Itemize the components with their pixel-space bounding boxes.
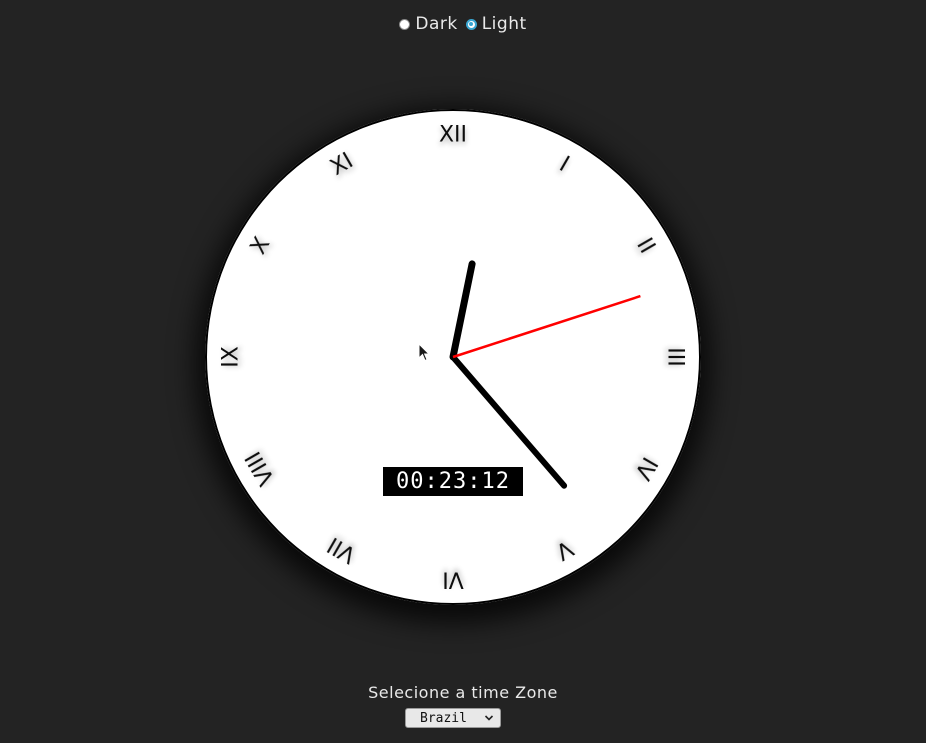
clock-face: XIIIIIIIIIVVVIVIIVIIIIXXXI [219, 123, 688, 592]
theme-option-dark[interactable]: Dark [399, 14, 457, 34]
second-hand [452, 294, 641, 359]
mouse-cursor-icon [418, 342, 431, 366]
clock-numeral: VII [324, 531, 361, 567]
clock-numeral: IX [219, 346, 244, 368]
theme-option-light[interactable]: Light [465, 14, 527, 34]
clock-numeral: II [631, 234, 659, 258]
light-radio[interactable] [465, 18, 477, 30]
analog-clock: XII I II III IV V VI VII VIII IX X XI 00:23:12 [205, 109, 701, 605]
clock-numeral: X [246, 233, 275, 259]
clock-numeral: XI [326, 148, 357, 180]
dark-radio[interactable] [399, 18, 411, 30]
digital-time-display: 00:23:12 [383, 467, 523, 496]
clock-numeral: XII [439, 123, 467, 148]
timezone-select[interactable]: Brazil [405, 708, 501, 728]
clock-numeral: I [555, 152, 573, 177]
clock-numeral: VI [442, 567, 464, 592]
timezone-label: Selecione a time Zone [368, 683, 558, 702]
clock-numeral: III [663, 347, 688, 366]
theme-toggle: Dark Light [0, 14, 926, 34]
clock-numeral: V [551, 535, 577, 564]
clock-hands [449, 260, 641, 489]
clock-numeral: IV [629, 452, 661, 483]
hour-hand [449, 260, 476, 361]
light-label[interactable]: Light [482, 14, 527, 34]
clock-numeral: VIII [241, 447, 280, 489]
dark-label[interactable]: Dark [415, 14, 457, 34]
chevron-down-icon [484, 712, 494, 728]
timezone-selected-value: Brazil [420, 710, 467, 726]
